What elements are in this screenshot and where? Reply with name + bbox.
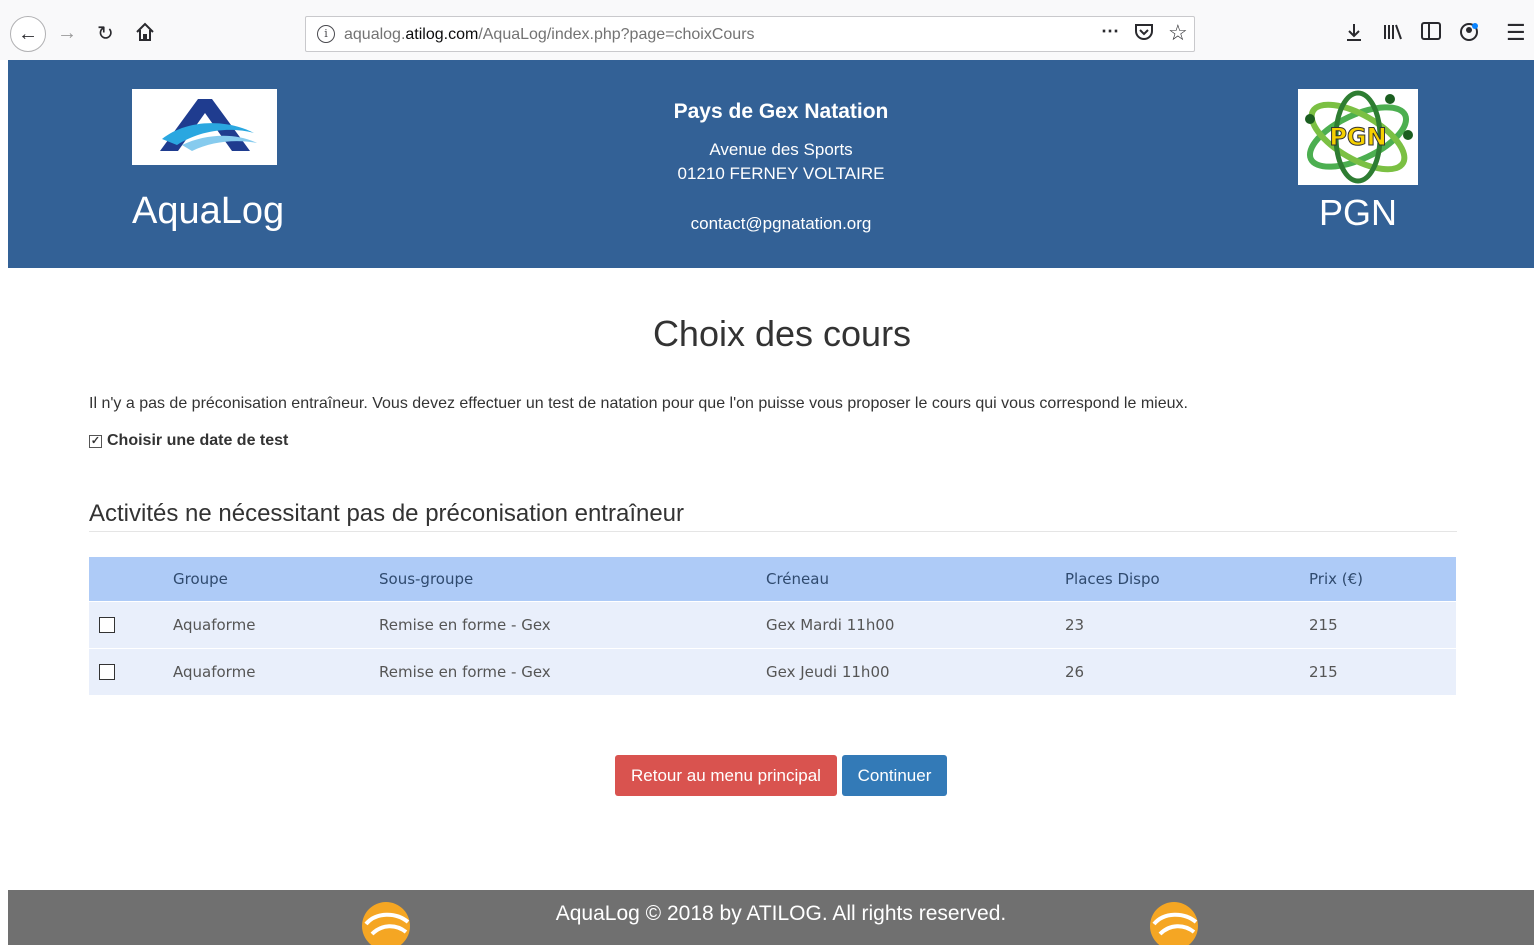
account-icon[interactable] xyxy=(1459,22,1479,42)
footer-copyright: AquaLog © 2018 by ATILOG. All rights res… xyxy=(555,902,1007,925)
cell-creneau: Gex Jeudi 11h00 xyxy=(766,663,890,681)
col-creneau: Créneau xyxy=(766,570,829,588)
menu-icon[interactable]: ☰ xyxy=(1506,20,1526,46)
atilog-logo-right xyxy=(1146,898,1202,950)
table-row[interactable]: Aquaforme Remise en forme - Gex Gex Jeud… xyxy=(89,648,1456,695)
section-divider xyxy=(89,531,1457,532)
cell-prix: 215 xyxy=(1309,663,1338,681)
cell-sous-groupe: Remise en forme - Gex xyxy=(379,616,551,634)
back-icon[interactable]: ← xyxy=(10,16,46,52)
cell-sous-groupe: Remise en forme - Gex xyxy=(379,663,551,681)
site-header: AquaLog Pays de Gex Natation Avenue des … xyxy=(8,60,1534,268)
back-to-menu-button[interactable]: Retour au menu principal xyxy=(615,755,837,796)
cell-creneau: Gex Mardi 11h00 xyxy=(766,616,895,634)
cell-groupe: Aquaforme xyxy=(173,616,256,634)
address-bar[interactable]: i aqualog.atilog.com/AquaLog/index.php?p… xyxy=(305,16,1195,52)
reload-icon[interactable]: ↻ xyxy=(97,21,114,46)
sidebar-icon[interactable] xyxy=(1421,22,1441,40)
download-icon[interactable] xyxy=(1344,22,1364,42)
bookmark-star-icon[interactable]: ☆ xyxy=(1168,20,1188,46)
cell-prix: 215 xyxy=(1309,616,1338,634)
col-groupe: Groupe xyxy=(173,570,228,588)
col-places: Places Dispo xyxy=(1065,570,1160,588)
cell-places: 26 xyxy=(1065,663,1085,681)
cell-groupe: Aquaforme xyxy=(173,663,256,681)
intro-text: Il n'y a pas de préconisation entraîneur… xyxy=(89,395,1188,412)
site-footer: AquaLog © 2018 by ATILOG. All rights res… xyxy=(8,890,1534,950)
browser-toolbar: ← → ↻ i aqualog.atilog.com/AquaLog/index… xyxy=(0,0,1534,60)
svg-text:PGN: PGN xyxy=(1329,123,1386,151)
forward-icon[interactable]: → xyxy=(57,22,77,45)
continue-button[interactable]: Continuer xyxy=(842,755,947,796)
test-date-option[interactable]: ✓ Choisir une date de test xyxy=(89,432,288,450)
section-title: Activités ne nécessitant pas de préconis… xyxy=(89,500,685,527)
pgn-logo: PGN xyxy=(1298,89,1418,185)
info-icon[interactable]: i xyxy=(317,25,335,43)
more-icon[interactable]: ⋯ xyxy=(1101,21,1119,42)
cell-places: 23 xyxy=(1065,616,1085,634)
url-text[interactable]: aqualog.atilog.com/AquaLog/index.php?pag… xyxy=(344,26,755,44)
row-checkbox[interactable] xyxy=(99,664,115,680)
library-icon[interactable] xyxy=(1382,22,1404,42)
col-prix: Prix (€) xyxy=(1309,570,1364,588)
table-header: Groupe Sous-groupe Créneau Places Dispo … xyxy=(89,557,1456,601)
test-date-label[interactable]: Choisir une date de test xyxy=(107,432,288,450)
table-row[interactable]: Aquaforme Remise en forme - Gex Gex Mard… xyxy=(89,601,1456,648)
col-sous-groupe: Sous-groupe xyxy=(379,570,474,588)
pocket-icon[interactable] xyxy=(1134,23,1154,46)
courses-table: Groupe Sous-groupe Créneau Places Dispo … xyxy=(89,557,1456,695)
page-title: Choix des cours xyxy=(652,313,912,354)
club-short-name: PGN xyxy=(1318,192,1397,233)
home-icon[interactable] xyxy=(135,22,155,42)
row-checkbox[interactable] xyxy=(99,617,115,633)
test-date-checkbox[interactable]: ✓ xyxy=(89,434,102,448)
